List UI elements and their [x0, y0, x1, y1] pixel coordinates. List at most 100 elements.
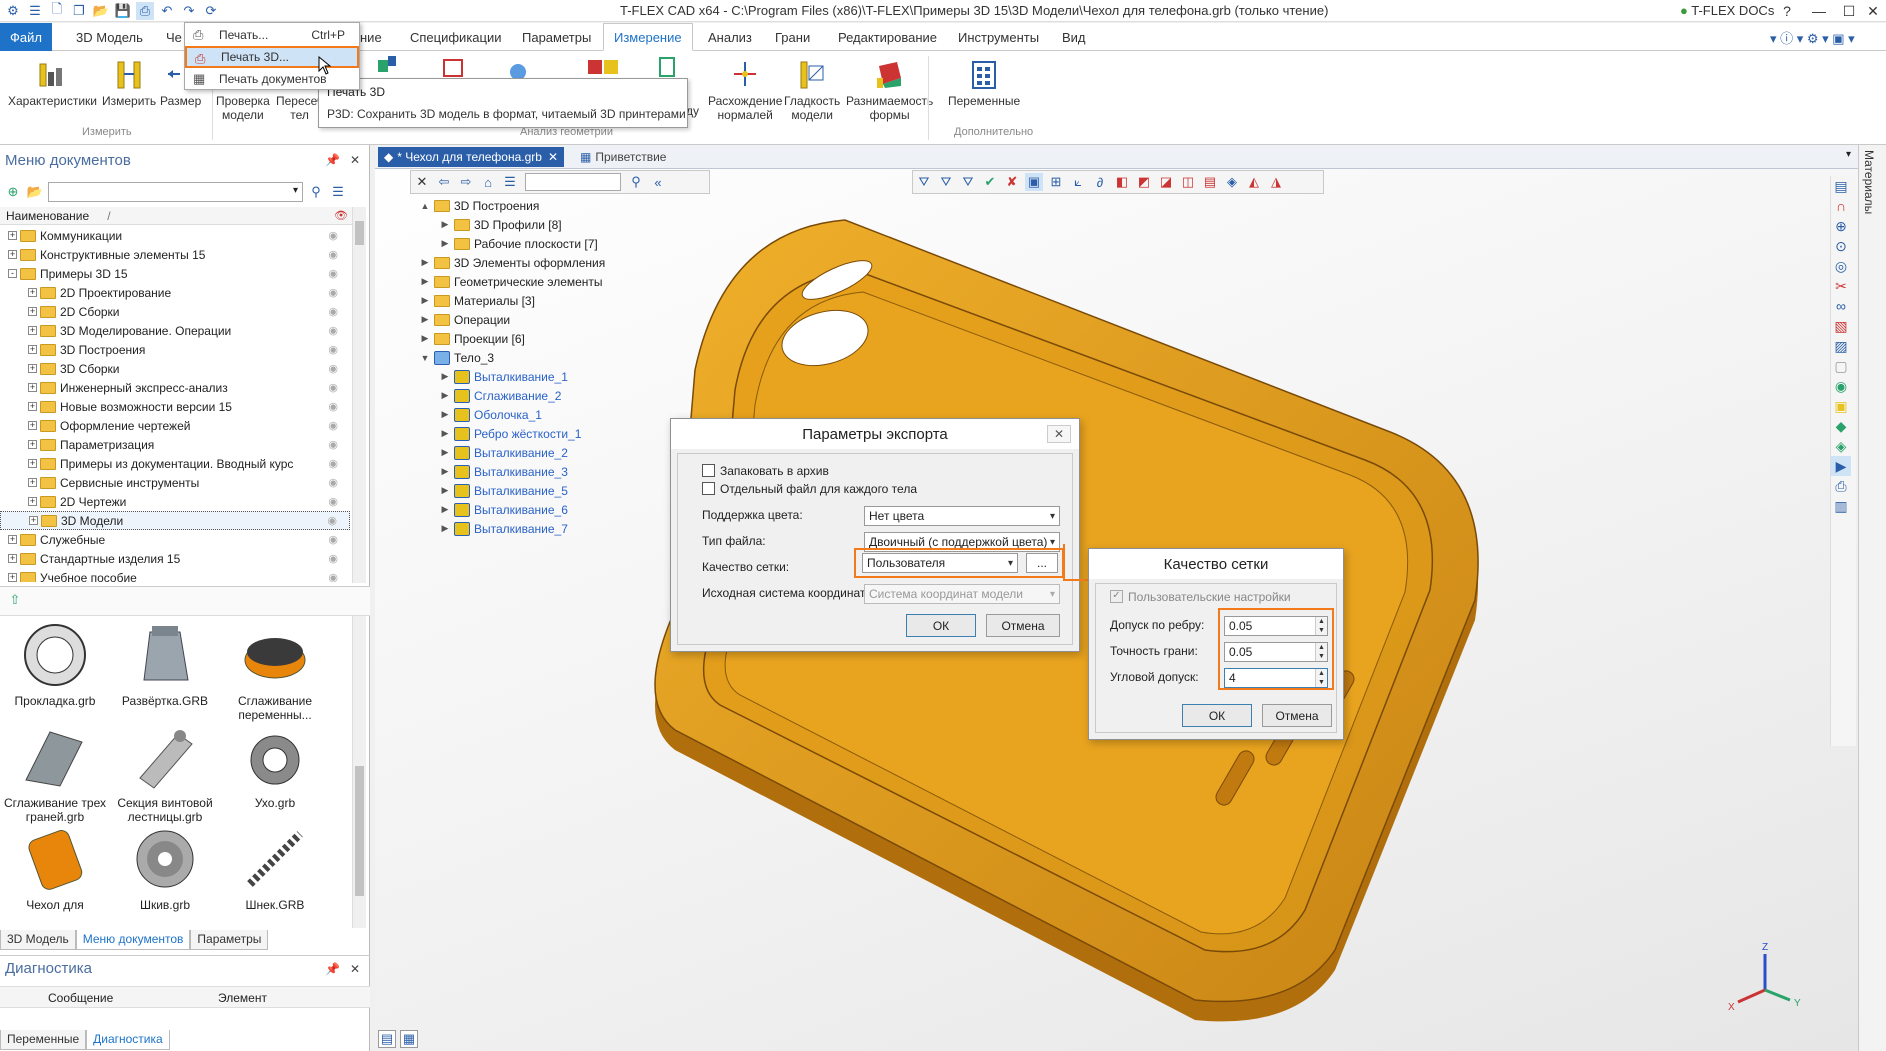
export-dialog-close-icon[interactable]: ✕ [1047, 425, 1071, 443]
tree-item[interactable]: +2D Чертежи ◉ [0, 492, 350, 511]
doc-tab-close-icon[interactable]: ✕ [548, 150, 558, 164]
visibility-icon[interactable]: ◉ [328, 495, 338, 508]
expand-node-icon[interactable]: + [28, 326, 37, 335]
ribbon-options-icon[interactable]: ▾ ⓘ ▾ ⚙ ▾ ▣ ▾ [1770, 28, 1855, 47]
tab-parameters[interactable]: Параметры [512, 23, 601, 51]
tree-column-header[interactable]: Наименование / 👁 [0, 207, 352, 225]
expand-node-icon[interactable]: + [28, 383, 37, 392]
expand-node-icon[interactable]: + [28, 307, 37, 316]
visibility-icon[interactable]: ◉ [328, 362, 338, 375]
zoom-icon[interactable]: ⊕ [1831, 216, 1851, 236]
materials-side-tab[interactable]: Материалы [1862, 150, 1876, 214]
model-tree-item[interactable]: ▶ 3D Элементы оформления [420, 253, 606, 272]
expand-node-icon[interactable]: + [8, 573, 17, 582]
tab-3d-model[interactable]: 3D Модель [66, 23, 153, 51]
filter-icon-1[interactable]: ⛛ [915, 173, 933, 191]
add-folder-icon[interactable]: ⊕ [4, 183, 22, 201]
tree-item[interactable]: + Коммуникации ◉ [0, 226, 350, 245]
body-icon-2[interactable]: ◫ [1179, 173, 1197, 191]
visibility-icon[interactable]: ◉ [328, 476, 338, 489]
diag-close-icon[interactable]: ✕ [350, 962, 360, 976]
visibility-icon[interactable]: ◉ [328, 381, 338, 394]
tree-expand-icon[interactable]: ▶ [420, 276, 430, 287]
export-cancel-button[interactable]: Отмена [986, 614, 1060, 637]
tab-diagnostics[interactable]: Диагностика [86, 1030, 170, 1050]
mesh-ok-button[interactable]: ОК [1182, 704, 1252, 727]
tree-expand-icon[interactable]: ▼ [420, 353, 430, 363]
tflex-docs-button[interactable]: ● T-FLEX DOCs [1680, 3, 1774, 18]
tree-filter-combo[interactable] [525, 173, 621, 191]
app-icon[interactable]: ⚙ [4, 2, 22, 20]
tab-analysis[interactable]: Анализ [698, 23, 762, 51]
expand-node-icon[interactable]: + [28, 345, 37, 354]
curve-icon[interactable]: ∂ [1091, 173, 1109, 191]
settings-side-icon[interactable]: ▥ [1831, 496, 1851, 516]
visibility-icon[interactable]: ◉ [328, 305, 338, 318]
open-folder-icon[interactable]: 📂 [92, 2, 110, 20]
visibility-icon[interactable]: ◉ [328, 457, 338, 470]
expand-node-icon[interactable]: + [28, 288, 37, 297]
tree-close-icon[interactable]: ✕ [413, 173, 431, 191]
view-panel-icon[interactable]: ▤ [1831, 176, 1851, 196]
collapse-icon[interactable]: « [649, 173, 667, 191]
tree-item[interactable]: +2D Сборки ◉ [0, 302, 350, 321]
shape-icon-2[interactable]: ◈ [1831, 436, 1851, 456]
model-tree-item[interactable]: ▲ 3D Построения [420, 196, 540, 215]
expand-node-icon[interactable]: + [8, 535, 17, 544]
model-tree-item[interactable]: ▶ Выталкивание_1 [420, 367, 568, 386]
mesh-quality-select[interactable]: Пользователя ▾ [862, 553, 1018, 573]
tree-list-icon[interactable]: ☰ [501, 173, 519, 191]
tree-item[interactable]: + Оформление чертежей ◉ [0, 416, 350, 435]
doc-tabs-dropdown-icon[interactable]: ▾ [1846, 149, 1851, 160]
tree-item[interactable]: +3D Моделирование. Операции ◉ [0, 321, 350, 340]
tree-expand-icon[interactable]: ▶ [440, 390, 450, 401]
print-3d-side-icon[interactable]: ⎙ [1831, 476, 1851, 496]
model-tree-item[interactable]: ▶ Оболочка_1 [420, 405, 542, 424]
zoom-all-icon[interactable]: ◎ [1831, 256, 1851, 276]
model-tree-item[interactable]: ▼ Тело_3 [420, 348, 494, 367]
clear-filter-icon[interactable]: ✘ [1003, 173, 1021, 191]
edge-tol-input[interactable]: 0.05 ▲ ▼ [1224, 616, 1328, 636]
copy-icon[interactable]: ❐ [70, 2, 88, 20]
expand-node-icon[interactable]: + [28, 440, 37, 449]
color-support-select[interactable]: Нет цвета ▾ [864, 506, 1060, 526]
tree-expand-icon[interactable]: ▶ [420, 257, 430, 268]
face-acc-spinner-icon[interactable]: ▲ ▼ [1315, 643, 1327, 661]
menu-item-print-docs[interactable]: ▦ Печать документов [185, 68, 359, 90]
body-icon-1[interactable]: ◪ [1157, 173, 1175, 191]
rebuild-icon[interactable]: ⟳ [202, 2, 220, 20]
normal-deviation-button[interactable]: Расхождение нормалей [708, 58, 782, 122]
box-icon-1[interactable]: ▧ [1831, 316, 1851, 336]
visibility-icon[interactable]: ◉ [328, 343, 338, 356]
model-tree-item[interactable]: ▶ Сглаживание_2 [420, 386, 561, 405]
tree-item[interactable]: +3D Сборки ◉ [0, 359, 350, 378]
model-tree-item[interactable]: ▶ 3D Профили [8] [420, 215, 562, 234]
model-tree-item[interactable]: ▶ Выталкивание_6 [420, 500, 568, 519]
body-icon-3[interactable]: ▤ [1201, 173, 1219, 191]
expand-node-icon[interactable]: + [28, 478, 37, 487]
search-icon[interactable]: ⚲ [307, 183, 325, 201]
user-settings-checkbox[interactable]: ✓ [1110, 590, 1123, 603]
characteristics-button[interactable]: Характеристики [8, 58, 97, 108]
select-mode-icon-1[interactable]: ▣ [1025, 173, 1043, 191]
shape-icon-1[interactable]: ◆ [1831, 416, 1851, 436]
undo-icon[interactable]: ↶ [158, 2, 176, 20]
tree-expand-icon[interactable]: ▶ [440, 409, 450, 420]
tree-item[interactable]: +3D Модели ◉ [0, 511, 350, 530]
diag-pin-icon[interactable]: 📌 [325, 962, 340, 976]
tree-expand-icon[interactable]: ▶ [440, 466, 450, 477]
visibility-icon[interactable]: ◉ [328, 248, 338, 261]
home-icon[interactable]: ⌂ [479, 173, 497, 191]
tree-expand-icon[interactable]: ▶ [440, 485, 450, 496]
tree-item[interactable]: + Стандартные изделия 15 ◉ [0, 549, 350, 568]
tab-specifications[interactable]: Спецификации [400, 23, 512, 51]
model-tree-item[interactable]: ▶ Рабочие плоскости [7] [420, 234, 598, 253]
glasses-icon[interactable]: ∞ [1831, 296, 1851, 316]
tree-expand-icon[interactable]: ▶ [420, 295, 430, 306]
tree-expand-icon[interactable]: ▶ [420, 314, 430, 325]
visibility-icon[interactable]: ◉ [328, 229, 338, 242]
body-icon-5[interactable]: ◭ [1245, 173, 1263, 191]
face-icon-2[interactable]: ◩ [1135, 173, 1153, 191]
tree-expand-icon[interactable]: ▶ [440, 219, 450, 230]
tree-item[interactable]: +3D Построения ◉ [0, 340, 350, 359]
